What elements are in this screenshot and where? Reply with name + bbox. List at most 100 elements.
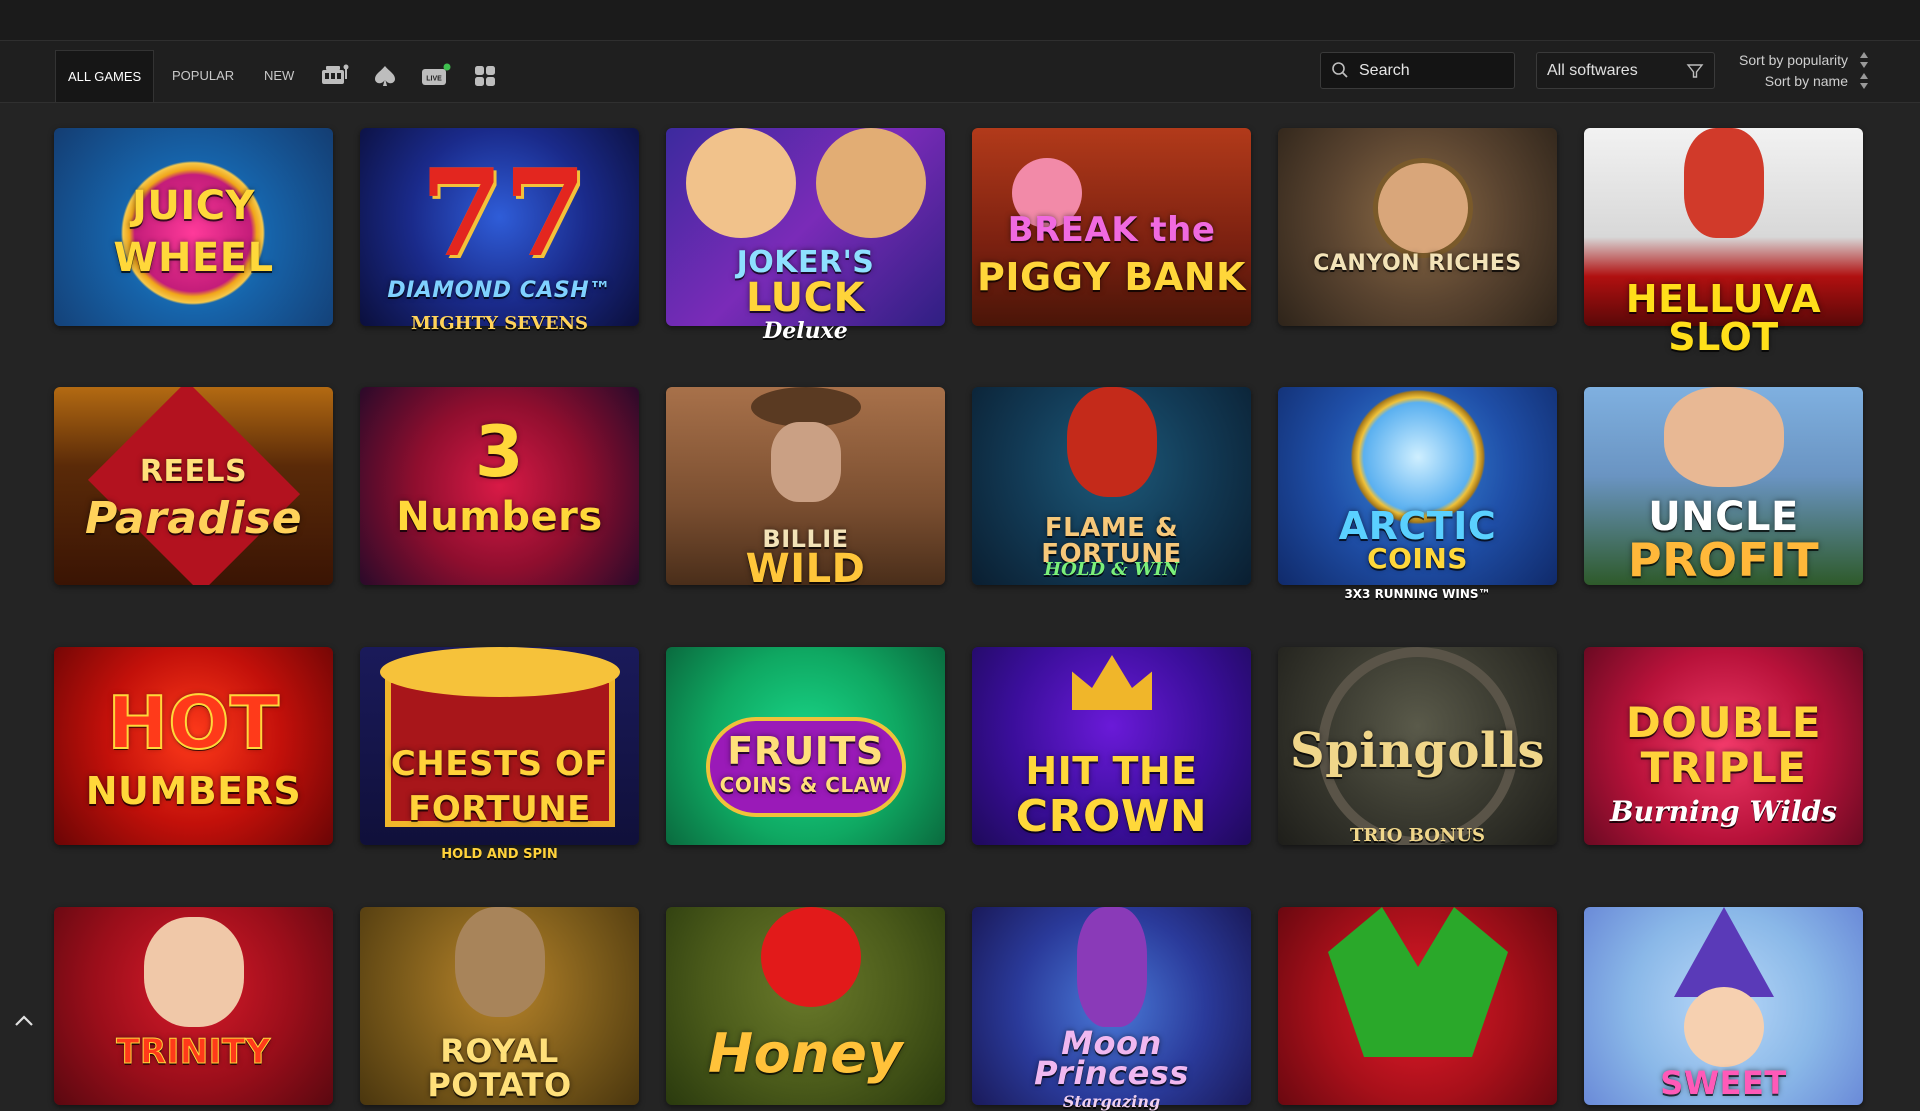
game-title: Spingolls [1290,723,1545,779]
game-tile-background [1278,128,1557,326]
game-title: CHESTS OF [390,744,609,784]
sort-by-popularity[interactable]: Sort by popularity [1720,52,1870,70]
game-title-line2: TRIPLE [1640,743,1807,792]
witch-hat-art [1674,907,1774,997]
game-tile-flame-and-fortune[interactable]: FLAME & FORTUNE HOLD & WIN [972,387,1251,585]
dragon-art [1067,387,1157,497]
sort-by-name[interactable]: Sort by name [1720,73,1870,91]
honey-pot-art [761,907,861,1007]
grid-icon[interactable] [472,63,498,89]
cowboy-hat-art [751,387,861,427]
game-tile-honey[interactable]: Honey [666,907,945,1105]
game-title-line2: WHEEL [113,235,274,281]
game-tile-3-numbers[interactable]: 3 Numbers [360,387,639,585]
sort-name-label: Sort by name [1764,73,1848,89]
game-tile-jokers-luck[interactable]: JOKER'S LUCK Deluxe [666,128,945,344]
game-title: SWEET [1660,1064,1787,1102]
game-tile-chests-of-fortune[interactable]: CHESTS OF FORTUNE HOLD AND SPIN [360,647,639,862]
slot-machine-icon[interactable] [320,61,350,91]
game-title: HELLUVA SLOT [1625,277,1822,359]
game-title: DIAMOND CASH™ [387,278,612,303]
live-icon[interactable]: LIVE [420,61,452,91]
cowboy-face-art [771,422,841,502]
game-tile-fruits-coins-claw[interactable]: FRUITS COINS & CLAW [666,647,945,845]
game-tile-reels-paradise[interactable]: REELS Paradise [54,387,333,585]
game-subtitle: Deluxe [763,318,848,344]
potato-art [455,907,545,1017]
search-input[interactable] [1357,55,1511,87]
game-tile-double-triple[interactable]: DOUBLE TRIPLE Burning Wilds [1584,647,1863,845]
game-title-line2: NUMBERS [85,769,302,813]
game-tile-break-the-piggy-bank[interactable]: BREAK the PIGGY BANK [972,128,1251,326]
game-tile-jester[interactable] [1278,907,1557,1105]
leprechaun-art [144,917,244,1027]
jester-hat-art [1328,907,1508,1057]
joker-face-art [816,128,926,238]
game-title-line2: Paradise [84,493,303,544]
miner-art [1373,158,1473,258]
princess-art [1077,907,1147,1027]
game-subtitle: Stargazing [1062,1092,1161,1111]
software-select-value: All softwares [1547,62,1638,79]
tab-new[interactable]: NEW [264,50,294,102]
game-tile-hit-the-crown[interactable]: HIT THE CROWN [972,647,1251,845]
game-title: DOUBLE [1625,698,1822,747]
game-title: JOKER'S [736,245,875,280]
game-title-line2: LUCK [746,275,865,321]
game-tile-royal-potato[interactable]: ROYAL POTATO [360,907,639,1105]
software-select[interactable]: All softwares [1536,52,1715,89]
game-tile-hot-numbers[interactable]: HOT NUMBERS [54,647,333,845]
sort-arrows-icon [1858,71,1870,91]
spade-icon[interactable] [372,63,398,89]
game-title: FRUITS [727,729,884,773]
game-title: REELS [139,454,248,489]
game-title: HIT THE [1025,749,1198,793]
game-subtitle: 3X3 RUNNING WINS™ [1344,587,1491,601]
game-title-line2: COINS [1367,542,1468,575]
sort-arrows-icon [1858,50,1870,70]
wheel-art [118,158,268,308]
search-box[interactable] [1320,52,1515,89]
scroll-to-top-button[interactable] [10,1008,38,1034]
game-title: ARCTIC [1338,504,1497,548]
tab-popular[interactable]: POPULAR [172,50,234,102]
crown-art [1072,655,1152,710]
search-icon [1331,61,1349,79]
game-title-line2: Princess [1034,1054,1189,1092]
game-tile-uncle-profit[interactable]: UNCLE PROFIT [1584,387,1863,585]
top-bar [0,0,1920,41]
sevens-art: 77 [420,143,587,284]
game-subtitle: Burning Wilds [1609,795,1838,828]
game-tile-background [54,907,333,1105]
game-tile-diamond-cash[interactable]: 77 DIAMOND CASH™ MIGHTY SEVENS [360,128,639,334]
game-subtitle: HOLD & WIN [1044,559,1179,580]
game-tile-canyon-riches[interactable]: CANYON RICHES [1278,128,1557,326]
game-tile-trinity[interactable]: TRINITY [54,907,333,1105]
joker-face-art [686,128,796,238]
demon-girl-art [1684,128,1764,238]
game-title-line2: COINS & CLAW [719,773,892,797]
game-tile-arctic-coins[interactable]: ARCTIC COINS 3X3 RUNNING WINS™ [1278,387,1557,601]
tab-all-games[interactable]: ALL GAMES [55,50,155,102]
game-tile-spingolls[interactable]: Spingolls TRIO BONUS [1278,647,1557,846]
game-title: CANYON RICHES [1313,251,1522,276]
gold-coins-art [380,647,620,697]
game-title: JUICY [131,183,256,229]
game-tile-moon-princess[interactable]: Moon Princess Stargazing [972,907,1251,1111]
game-title-line2: PROFIT [1627,533,1820,587]
game-title-line2: Numbers [396,494,603,540]
game-tile-billie-wild[interactable]: BILLIE WILD [666,387,945,589]
game-title: BREAK the [1007,210,1216,250]
game-tile-helluva-slot[interactable]: HELLUVA SLOT [1584,128,1863,356]
game-title-line2: CROWN [1015,791,1208,842]
game-tile-sweet[interactable]: SWEET [1584,907,1863,1105]
game-title: UNCLE [1648,494,1799,540]
uncle-face-art [1664,387,1784,487]
live-icon-label: LIVE [426,76,442,83]
witch-face-art [1684,987,1764,1067]
game-tile-juicy-wheel[interactable]: JUICY WHEEL [54,128,333,326]
game-title-line2: POTATO [427,1066,572,1104]
game-tile-background [1278,907,1557,1105]
game-subtitle: TRIO BONUS [1349,825,1486,846]
game-title: TRINITY [116,1032,271,1072]
